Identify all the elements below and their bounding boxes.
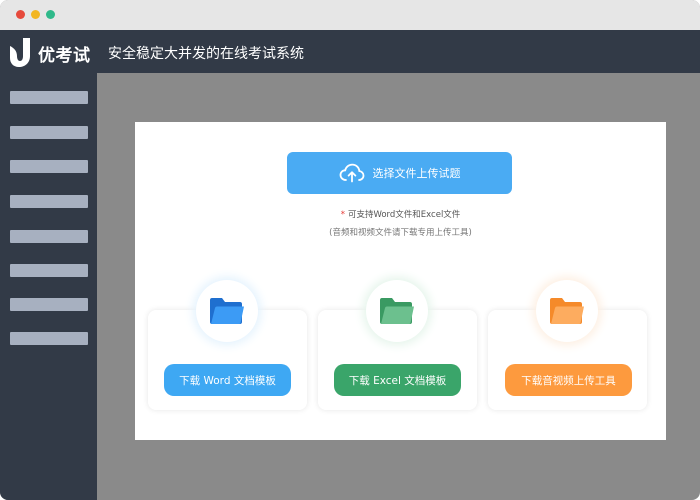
download-media-tool-button[interactable]: 下载音视频上传工具 <box>505 364 632 396</box>
folder-icon-orange <box>550 298 584 324</box>
app-header <box>0 30 700 73</box>
sidebar-item-1[interactable] <box>10 91 88 104</box>
upload-panel: 选择文件上传试题 * 可支持Word文件和Excel文件 (音频和视频文件请下载专… <box>135 122 666 440</box>
cloud-upload-icon <box>339 163 364 183</box>
maximize-window-button[interactable] <box>46 10 55 19</box>
minimize-window-button[interactable] <box>31 10 40 19</box>
sidebar-item-7[interactable] <box>10 298 88 311</box>
folder-icon-blue <box>210 298 244 324</box>
sidebar-item-5[interactable] <box>10 230 88 243</box>
header-slogan: 安全稳定大并发的在线考试系统 <box>108 46 304 62</box>
sidebar-item-3[interactable] <box>10 160 88 173</box>
window-titlebar <box>0 0 700 30</box>
upload-hint-text: 可支持Word文件和Excel文件 <box>347 210 461 220</box>
sidebar-item-4[interactable] <box>10 195 88 208</box>
upload-questions-button[interactable]: 选择文件上传试题 <box>287 152 512 194</box>
sidebar-item-6[interactable] <box>10 264 88 277</box>
app-window: 优考试 安全稳定大并发的在线考试系统 选择文件上传试题 * 可支持Word文件和E… <box>0 0 700 500</box>
folder-icon-green <box>380 298 414 324</box>
download-word-template-button[interactable]: 下载 Word 文档模板 <box>164 364 291 396</box>
sidebar-item-8[interactable] <box>10 332 88 345</box>
logo-icon <box>10 38 30 67</box>
word-folder-badge <box>196 280 258 342</box>
brand-name: 优考试 <box>38 46 91 66</box>
upload-hint: * 可支持Word文件和Excel文件 <box>135 208 666 220</box>
close-window-button[interactable] <box>16 10 25 19</box>
upload-button-label: 选择文件上传试题 <box>372 167 461 180</box>
media-folder-badge <box>536 280 598 342</box>
sidebar <box>0 73 97 500</box>
download-excel-template-button[interactable]: 下载 Excel 文档模板 <box>334 364 461 396</box>
upload-subhint: (音频和视频文件请下载专用上传工具) <box>329 228 472 238</box>
sidebar-item-2[interactable] <box>10 126 88 139</box>
required-marker: * <box>340 210 345 220</box>
excel-folder-badge <box>366 280 428 342</box>
